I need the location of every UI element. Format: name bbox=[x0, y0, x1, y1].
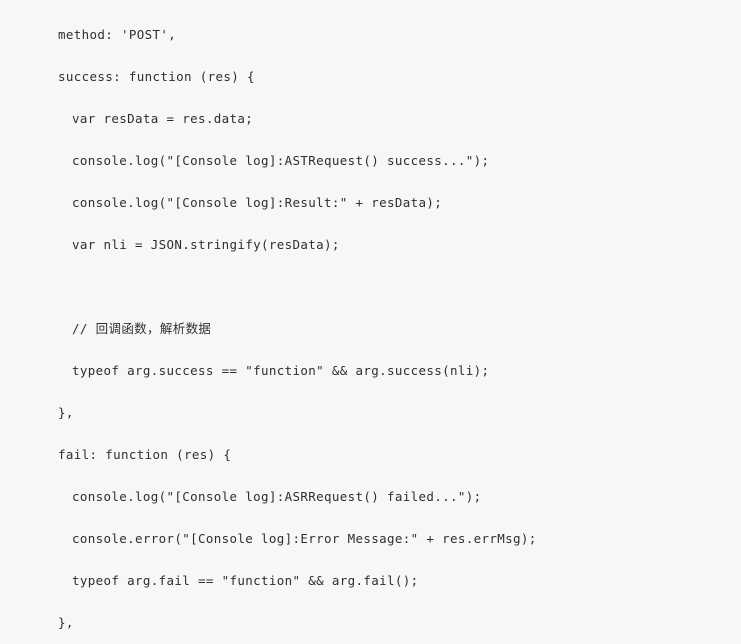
code-line: console.log("[Console log]:Result:" + re… bbox=[72, 195, 443, 210]
code-line: var nli = JSON.stringify(resData); bbox=[72, 237, 340, 252]
code-line: }, bbox=[58, 405, 74, 420]
code-line: console.log("[Console log]:ASRRequest() … bbox=[72, 489, 482, 504]
code-listing[interactable]: method: 'POST', success: function (res) {… bbox=[0, 0, 741, 643]
code-line: typeof arg.success == "function" && arg.… bbox=[72, 363, 490, 378]
code-line: success: function (res) { bbox=[58, 69, 255, 84]
code-line: console.error("[Console log]:Error Messa… bbox=[72, 531, 537, 546]
code-line: typeof arg.fail == "function" && arg.fai… bbox=[72, 573, 419, 588]
code-line: console.log("[Console log]:ASTRequest() … bbox=[72, 153, 490, 168]
code-line: var resData = res.data; bbox=[72, 111, 254, 126]
code-line: }, bbox=[58, 615, 74, 630]
code-line: method: 'POST', bbox=[58, 27, 177, 42]
code-line: // 回调函数，解析数据 bbox=[72, 321, 212, 336]
code-line: fail: function (res) { bbox=[58, 447, 232, 462]
